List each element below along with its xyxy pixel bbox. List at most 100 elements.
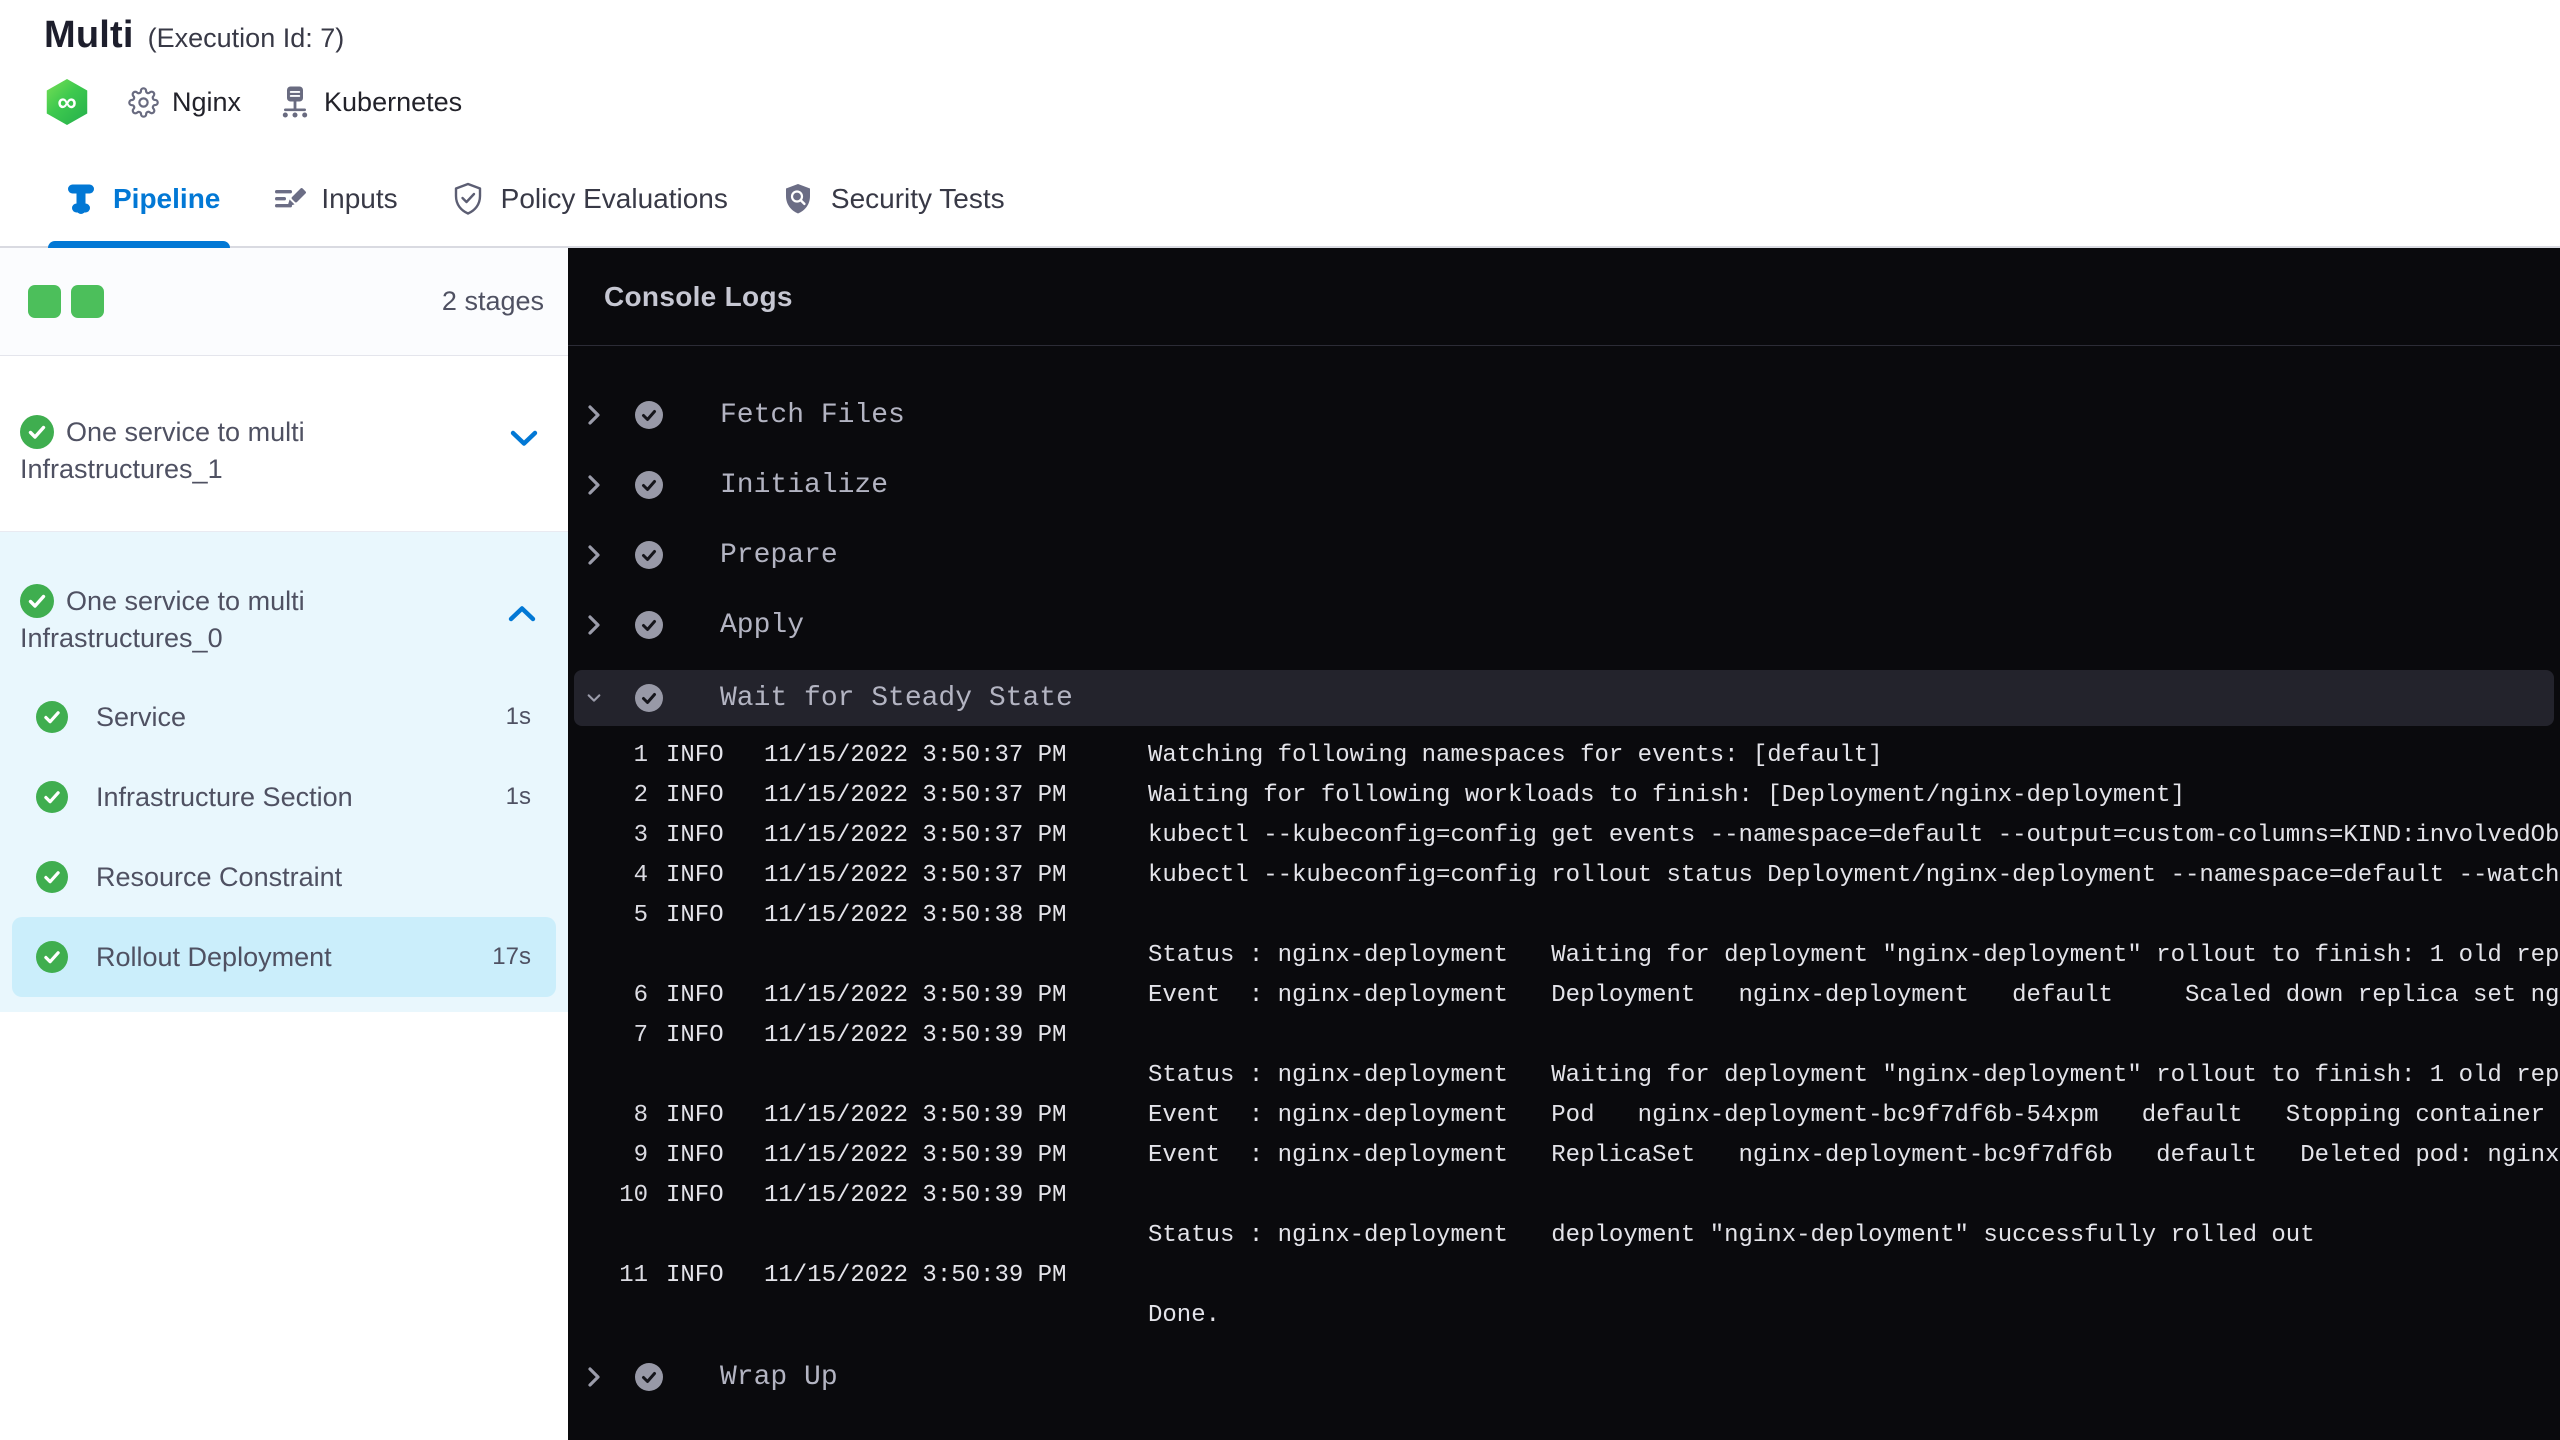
log-level: INFO — [666, 1022, 724, 1049]
environment-icon — [282, 86, 308, 118]
chevron-right-icon[interactable] — [586, 613, 602, 637]
log-line: Status : nginx-deployment Waiting for de… — [568, 1056, 2560, 1096]
console-step-name: Fetch Files — [720, 399, 905, 431]
log-number: 1 — [633, 742, 648, 769]
success-check-icon — [634, 1362, 664, 1392]
gear-icon — [128, 86, 159, 118]
chevron-down-icon[interactable] — [510, 430, 538, 452]
chevron-right-icon[interactable] — [586, 473, 602, 497]
log-number: 9 — [633, 1142, 648, 1169]
console-step-wait-for-steady-state[interactable]: Wait for Steady State — [574, 670, 2554, 726]
log-timestamp — [764, 1216, 1148, 1256]
log-line: 6 INFO 11/15/2022 3:50:39 PM Event : nginx-… — [568, 976, 2560, 1016]
log-number: 8 — [633, 1102, 648, 1129]
log-timestamp: 11/15/2022 3:50:39 PM — [764, 1182, 1067, 1209]
step-duration: 17s — [492, 943, 531, 970]
chevron-right-icon[interactable] — [586, 1365, 602, 1389]
step-duration: 1s — [505, 783, 531, 810]
tab-policy-evaluations[interactable]: Policy Evaluations — [450, 152, 728, 246]
step-row-service[interactable]: Service 1s — [0, 677, 568, 757]
stage-row-infrastructures-0[interactable]: One service to multi Infrastructures_0 — [0, 583, 568, 657]
environment-chip[interactable]: Kubernetes — [279, 85, 462, 119]
chevron-right-icon[interactable] — [586, 403, 602, 427]
log-level: INFO — [666, 742, 724, 769]
stage-name-text: One service to multi Infrastructures_0 — [20, 586, 305, 653]
inputs-icon — [275, 188, 307, 208]
execution-header: Multi (Execution Id: 7) ∞ Nginx Kubernet… — [0, 0, 2560, 152]
log-number — [568, 1216, 648, 1256]
console-title: Console Logs — [604, 280, 793, 312]
log-timestamp — [764, 1056, 1148, 1096]
step-row-resource-constraint[interactable]: Resource Constraint — [0, 837, 568, 917]
log-message: Done. — [1148, 1302, 1221, 1329]
execution-id: (Execution Id: 7) — [147, 23, 345, 53]
console-step-name: Wrap Up — [720, 1361, 838, 1393]
log-message — [1148, 1176, 2560, 1216]
success-check-icon — [20, 415, 54, 449]
log-level — [648, 1296, 764, 1336]
console-step-wrap-up[interactable]: Wrap Up — [568, 1342, 2560, 1412]
log-number — [568, 1296, 648, 1336]
log-message: Event : nginx-deployment Pod nginx-deplo… — [1148, 1102, 2546, 1129]
stage-status-square[interactable] — [71, 285, 104, 318]
success-check-icon — [36, 861, 68, 893]
step-row-rollout-deployment[interactable]: Rollout Deployment 17s — [12, 917, 556, 997]
log-level: INFO — [666, 1262, 724, 1289]
chevron-up-icon[interactable] — [508, 605, 536, 627]
step-duration: 1s — [505, 703, 531, 730]
log-message: kubectl --kubeconfig=config get events -… — [1148, 822, 2560, 849]
stage-status-square[interactable] — [28, 285, 61, 318]
service-chip[interactable]: Nginx — [128, 87, 241, 118]
console-step-prepare[interactable]: Prepare — [568, 520, 2560, 590]
tab-inputs[interactable]: Inputs — [272, 152, 398, 246]
log-timestamp: 11/15/2022 3:50:37 PM — [764, 742, 1067, 769]
chevron-down-icon[interactable] — [586, 691, 602, 705]
log-number: 6 — [633, 982, 648, 1009]
log-message — [1148, 1016, 2560, 1056]
tab-security-tests[interactable]: Security Tests — [780, 152, 1005, 246]
console-step-initialize[interactable]: Initialize — [568, 450, 2560, 520]
tab-label: Pipeline — [113, 183, 221, 214]
stage-row-infrastructures-1[interactable]: One service to multi Infrastructures_1 — [0, 356, 568, 532]
success-check-icon — [36, 781, 68, 813]
log-number: 3 — [633, 822, 648, 849]
log-timestamp: 11/15/2022 3:50:38 PM — [764, 902, 1067, 929]
log-number: 7 — [633, 1022, 648, 1049]
log-line: 10 INFO 11/15/2022 3:50:39 PM — [568, 1176, 2560, 1216]
success-check-icon — [634, 683, 664, 713]
log-level: INFO — [666, 782, 724, 809]
tab-pipeline[interactable]: Pipeline — [47, 152, 231, 248]
success-check-icon — [20, 584, 54, 618]
pipeline-icon — [68, 184, 94, 214]
log-line: 1 INFO 11/15/2022 3:50:37 PM Watching follo… — [568, 736, 2560, 776]
log-message: Status : nginx-deployment Waiting for de… — [1148, 942, 2560, 969]
log-line: Status : nginx-deployment Waiting for de… — [568, 936, 2560, 976]
log-line: Status : nginx-deployment deployment "ng… — [568, 1216, 2560, 1256]
console-step-name: Apply — [720, 609, 805, 641]
console-logs-panel: Console Logs Fetch Files Initialize Prep… — [568, 248, 2560, 1440]
log-timestamp — [764, 936, 1148, 976]
log-message: kubectl --kubeconfig=config rollout stat… — [1148, 862, 2560, 889]
chevron-right-icon[interactable] — [586, 543, 602, 567]
log-timestamp: 11/15/2022 3:50:39 PM — [764, 982, 1067, 1009]
log-message: Waiting for following workloads to finis… — [1148, 782, 2185, 809]
step-row-infrastructure-section[interactable]: Infrastructure Section 1s — [0, 757, 568, 837]
stage-summary-bar: 2 stages — [0, 248, 568, 356]
page-title: Multi — [44, 14, 134, 56]
log-message: Event : nginx-deployment ReplicaSet ngin… — [1148, 1142, 2560, 1169]
infinity-glyph: ∞ — [57, 86, 77, 117]
log-level: INFO — [666, 1142, 724, 1169]
log-timestamp: 11/15/2022 3:50:39 PM — [764, 1102, 1067, 1129]
console-step-fetch-files[interactable]: Fetch Files — [568, 380, 2560, 450]
console-body: Fetch Files Initialize Prepare Apply Wai… — [568, 346, 2560, 1412]
console-step-apply[interactable]: Apply — [568, 590, 2560, 660]
log-timestamp: 11/15/2022 3:50:39 PM — [764, 1262, 1067, 1289]
log-line: 4 INFO 11/15/2022 3:50:37 PM kubectl --kube… — [568, 856, 2560, 896]
tab-label: Policy Evaluations — [500, 183, 728, 214]
success-check-icon — [36, 941, 68, 973]
log-line: 9 INFO 11/15/2022 3:50:39 PM Event : nginx-… — [568, 1136, 2560, 1176]
log-level — [648, 936, 764, 976]
stage-name-text: One service to multi Infrastructures_1 — [20, 417, 305, 484]
log-number: 10 — [619, 1182, 648, 1209]
success-check-icon — [634, 540, 664, 570]
